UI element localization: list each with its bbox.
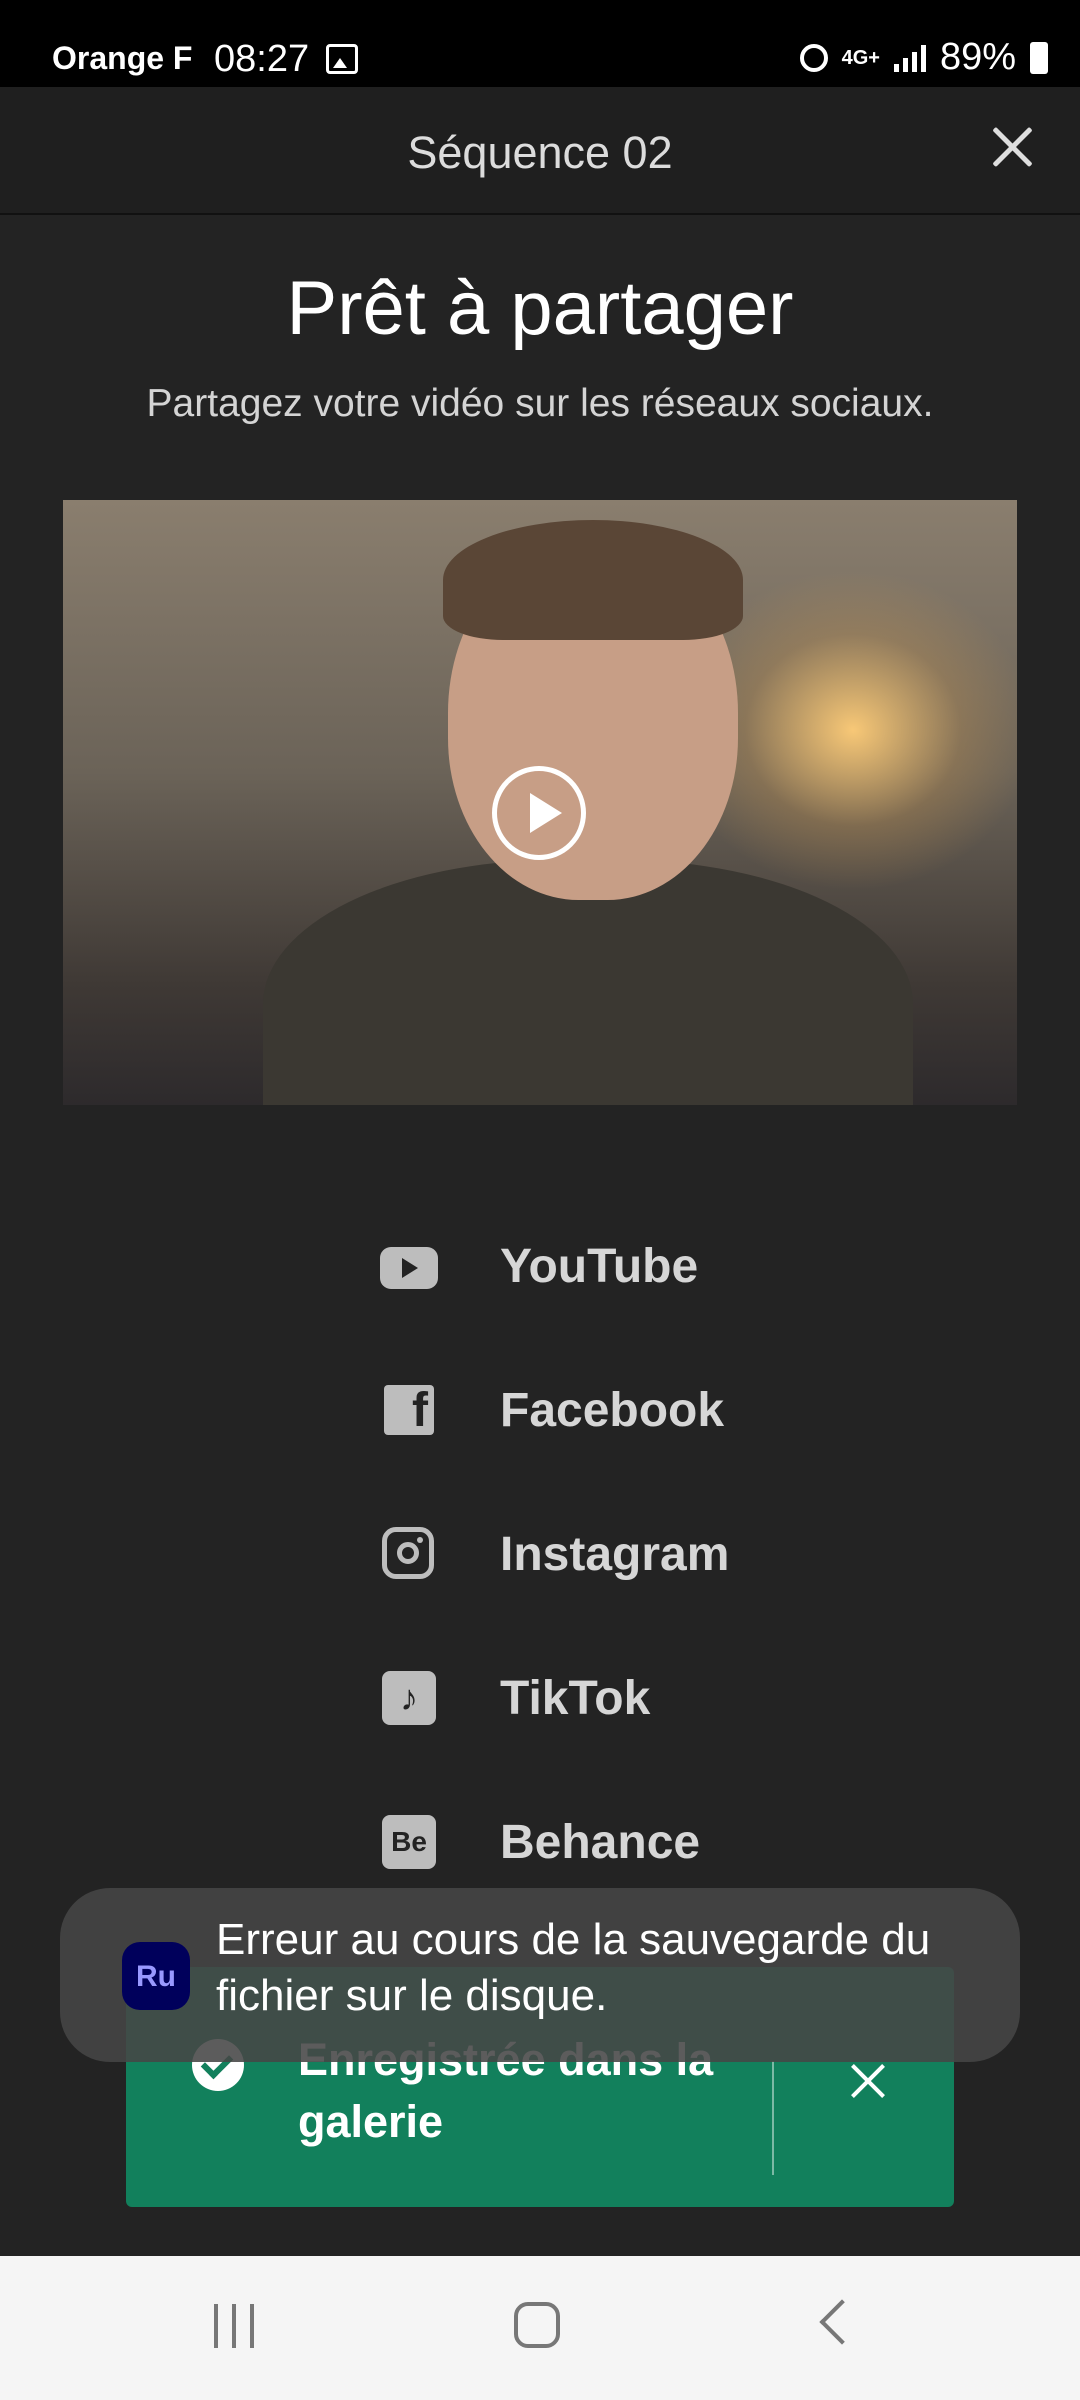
toast-message: Erreur au cours de la sauvegarde du fich… xyxy=(216,1915,931,2020)
youtube-icon xyxy=(380,1247,438,1289)
share-item-facebook[interactable]: f Facebook xyxy=(380,1369,880,1449)
back-icon[interactable] xyxy=(819,2299,865,2345)
battery-percent: 89% xyxy=(939,36,1016,78)
share-item-instagram[interactable]: Instagram xyxy=(380,1513,880,1593)
share-item-label: YouTube xyxy=(500,1240,699,1293)
video-preview[interactable] xyxy=(63,500,1017,1105)
share-item-youtube[interactable]: YouTube xyxy=(380,1225,880,1305)
battery-icon xyxy=(1030,41,1048,74)
instagram-icon xyxy=(382,1527,434,1579)
carrier-label: Orange F xyxy=(52,40,193,76)
share-item-label: Behance xyxy=(500,1816,701,1869)
behance-icon: Be xyxy=(382,1815,436,1869)
app-badge-label: Ru xyxy=(136,1960,176,1993)
dismiss-banner-close-icon[interactable] xyxy=(848,2061,888,2101)
status-icons: 4G+ 89% xyxy=(799,36,1048,79)
play-icon[interactable] xyxy=(492,766,586,860)
share-item-label: TikTok xyxy=(500,1672,651,1725)
clock: 08:27 xyxy=(214,38,310,80)
close-icon[interactable] xyxy=(988,123,1036,171)
facebook-icon: f xyxy=(384,1385,434,1435)
tiktok-icon: ♪ xyxy=(382,1671,436,1725)
system-nav-bar xyxy=(0,2256,1080,2400)
network-type: 4G+ xyxy=(841,46,880,69)
recents-icon[interactable] xyxy=(212,2304,258,2348)
share-item-behance[interactable]: Be Behance xyxy=(380,1801,880,1881)
gallery-notification-icon xyxy=(326,44,358,74)
app-header: Séquence 02 xyxy=(0,87,1080,215)
signal-icon xyxy=(893,44,926,72)
error-toast: Ru Erreur au cours de la sauvegarde du f… xyxy=(60,1888,1020,2062)
banner-divider xyxy=(772,2061,774,2175)
share-item-label: Instagram xyxy=(500,1528,730,1581)
video-frame-person-hair xyxy=(443,520,743,640)
share-item-label: Facebook xyxy=(500,1384,725,1437)
sequence-title: Séquence 02 xyxy=(407,127,673,178)
app-icon: Ru xyxy=(122,1942,190,2010)
status-bar: Orange F 08:27 4G+ 89% xyxy=(0,0,1080,87)
home-icon[interactable] xyxy=(514,2302,560,2348)
page-title: Prêt à partager xyxy=(286,266,794,351)
page-subtitle: Partagez votre vidéo sur les réseaux soc… xyxy=(146,382,934,425)
share-item-tiktok[interactable]: ♪ TikTok xyxy=(380,1657,880,1737)
alarm-icon xyxy=(799,43,828,72)
